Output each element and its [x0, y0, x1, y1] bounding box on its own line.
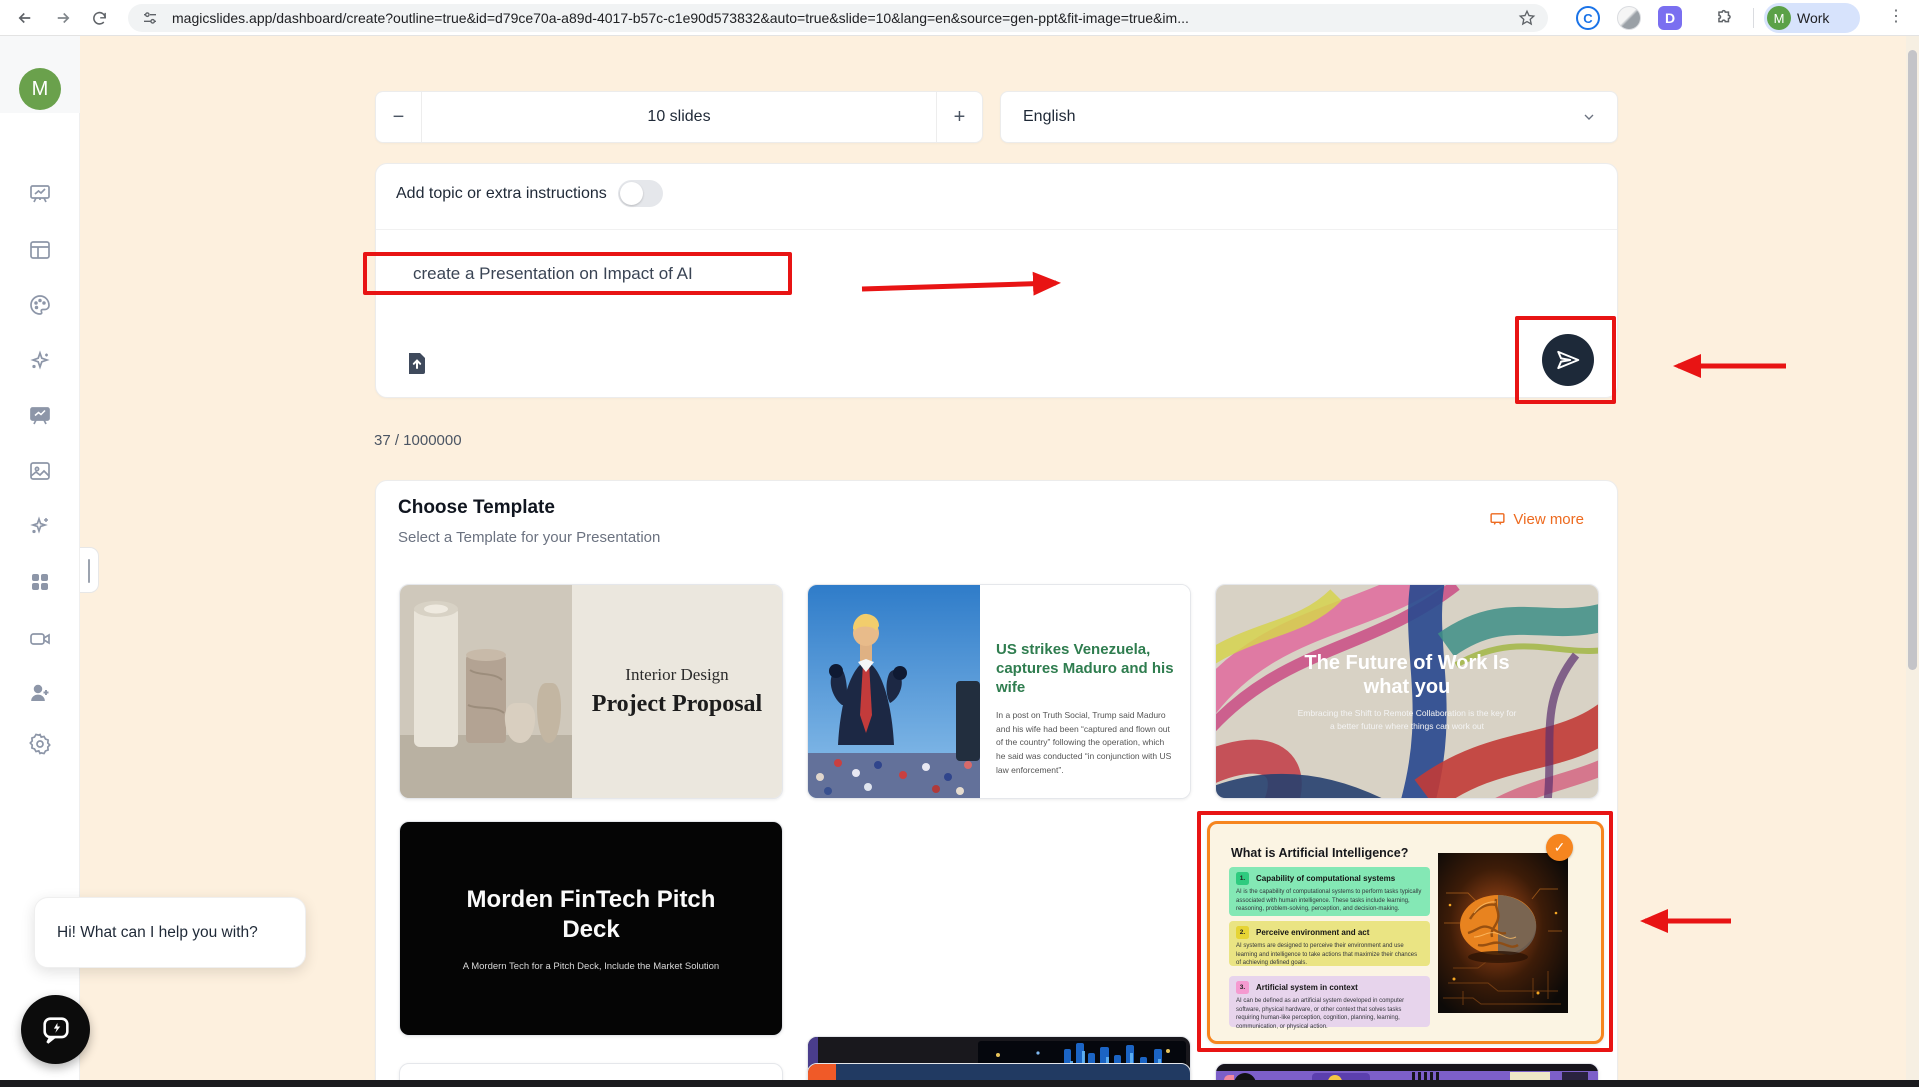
template-title: Morden FinTech Pitch Deck [466, 886, 716, 943]
sidebar-item-ai-magic[interactable] [28, 349, 52, 373]
chat-greeting-bubble[interactable]: Hi! What can I help you with? [34, 897, 306, 968]
character-counter: 37 / 1000000 [374, 432, 462, 449]
chat-launcher-button[interactable] [21, 995, 90, 1064]
point-heading: Perceive environment and act [1256, 928, 1370, 937]
template-subtitle: Project Proposal [591, 691, 763, 717]
sidebar-item-settings[interactable] [28, 732, 52, 756]
selected-check-icon: ✓ [1546, 834, 1573, 861]
point-body: AI systems are designed to perceive thei… [1236, 943, 1418, 967]
profile-name: Work [1797, 10, 1830, 26]
chevron-down-icon [1584, 114, 1594, 120]
increase-slides-button[interactable]: + [936, 92, 982, 142]
forward-icon[interactable] [52, 7, 74, 29]
sidebar-item-templates[interactable] [28, 238, 52, 262]
sidebar-item-slides[interactable] [28, 404, 52, 428]
topic-toggle[interactable] [618, 180, 663, 207]
profile-chip[interactable]: M Work [1764, 3, 1860, 33]
browser-menu-icon[interactable]: ⋮ [1888, 6, 1904, 26]
language-value: English [1023, 108, 1076, 125]
ai-point-2: 2. Perceive environment and act AI syste… [1229, 921, 1430, 966]
news-photo [808, 585, 980, 798]
template-title: The Future of Work Is what you [1304, 651, 1510, 698]
sidebar-item-ai-generate[interactable] [28, 514, 52, 538]
site-settings-icon[interactable] [142, 10, 158, 31]
choose-template-card: Choose Template Select a Template for yo… [375, 480, 1618, 1087]
sidebar-item-video[interactable] [28, 627, 52, 651]
point-heading: Artificial system in context [1256, 983, 1358, 992]
url-bar[interactable]: magicslides.app/dashboard/create?outline… [128, 4, 1548, 32]
extension-gray-icon[interactable] [1617, 6, 1641, 30]
back-icon[interactable] [14, 7, 36, 29]
view-more-button[interactable]: View more [1489, 511, 1584, 528]
template-what-is-ai-selected[interactable]: What is Artificial Intelligence? 1. Capa… [1207, 821, 1604, 1044]
ai-point-1: 1. Capability of computational systems A… [1229, 867, 1430, 916]
point-number: 2. [1236, 926, 1249, 939]
divider [376, 229, 1617, 230]
brain-image [1438, 853, 1568, 1013]
scrollbar-track [1906, 36, 1919, 1080]
ai-point-3: 3. Artificial system in context AI can b… [1229, 976, 1430, 1030]
extensions-puzzle-icon[interactable] [1712, 6, 1736, 30]
topic-input-card: Add topic or extra instructions [375, 163, 1618, 398]
template-fintech[interactable]: Morden FinTech Pitch Deck A Mordern Tech… [399, 821, 783, 1036]
sidebar-item-presentations[interactable] [28, 182, 52, 206]
point-body: AI can be defined as an artificial syste… [1236, 998, 1405, 1031]
template-body: In a post on Truth Social, Trump said Ma… [996, 710, 1172, 775]
topic-toggle-label: Add topic or extra instructions [396, 185, 607, 202]
sidebar-item-images[interactable] [28, 459, 52, 483]
scrollbar-thumb[interactable] [1908, 50, 1917, 670]
choose-template-title: Choose Template [398, 497, 555, 518]
template-title: Interior Design [625, 665, 729, 684]
interior-photo [400, 585, 572, 798]
screen-icon [1490, 513, 1505, 525]
template-future-of-work[interactable]: The Future of Work Is what you Embracing… [1215, 584, 1599, 799]
language-select[interactable]: English [1000, 91, 1618, 143]
slide-count-stepper: − 10 slides + [375, 91, 983, 143]
template-news[interactable]: US strikes Venezuela, captures Maduro an… [807, 584, 1191, 799]
point-heading: Capability of computational systems [1256, 874, 1396, 883]
sidebar-collapse-handle[interactable] [80, 547, 99, 593]
topic-input[interactable] [413, 256, 833, 292]
template-title: What is Artificial Intelligence? [1231, 846, 1409, 860]
choose-template-subtitle: Select a Template for your Presentation [398, 529, 661, 546]
generate-send-button[interactable] [1542, 334, 1594, 386]
workspace-avatar[interactable]: M [19, 68, 61, 110]
bookmark-star-icon[interactable] [1518, 9, 1536, 32]
point-body: AI is the capability of computational sy… [1236, 889, 1422, 913]
template-title: US strikes Venezuela, captures Maduro an… [996, 641, 1174, 696]
chatbot-icon [42, 1016, 69, 1044]
sidebar-item-themes[interactable] [28, 293, 52, 317]
extension-d-icon[interactable]: D [1658, 6, 1682, 30]
toolbar-separator [1753, 8, 1754, 28]
screen: magicslides.app/dashboard/create?outline… [0, 0, 1919, 1087]
decrease-slides-button[interactable]: − [376, 92, 422, 142]
upload-file-button[interactable] [405, 350, 429, 375]
browser-toolbar: magicslides.app/dashboard/create?outline… [0, 0, 1919, 36]
template-interior-design[interactable]: Interior Design Project Proposal [399, 584, 783, 799]
send-icon [1557, 350, 1580, 370]
point-number: 1. [1236, 872, 1249, 885]
template-subtitle: Embracing the Shift to Remote Collaborat… [1297, 707, 1517, 731]
reload-icon[interactable] [88, 7, 110, 29]
sidebar-item-apps[interactable] [28, 570, 52, 594]
slide-count-display: 10 slides [647, 108, 711, 125]
profile-avatar: M [1767, 6, 1791, 30]
extension-c-icon[interactable]: C [1576, 6, 1600, 30]
point-number: 3. [1236, 981, 1249, 994]
url-text[interactable]: magicslides.app/dashboard/create?outline… [172, 10, 1189, 26]
toggle-knob [620, 182, 643, 205]
template-subtitle: A Mordern Tech for a Pitch Deck, Include… [462, 961, 720, 972]
bottom-edge-strip [0, 1080, 1919, 1087]
sidebar-item-invite[interactable] [28, 681, 52, 705]
